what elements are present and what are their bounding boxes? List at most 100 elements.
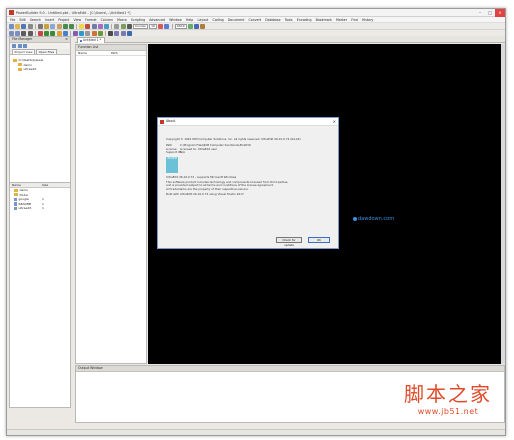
menu-item[interactable]: Advanced [149,18,165,22]
column-header-name[interactable]: Name [78,51,111,55]
menu-item[interactable]: Find [351,18,358,22]
comment-icon[interactable] [21,30,27,36]
menu-item[interactable]: Encoding [297,18,312,22]
next-bookmark-icon[interactable] [44,30,50,36]
menu-item[interactable]: Format [85,18,96,22]
maximize-button[interactable]: □ [485,9,495,17]
hex-icon[interactable] [120,23,126,29]
refresh-icon[interactable] [12,44,16,48]
save-all-icon[interactable] [27,23,33,29]
uppercase-icon[interactable] [114,30,120,36]
file-manager-title-text: File Manager [12,37,33,41]
macro-icon[interactable] [97,23,103,29]
function-list-title: Function List [76,45,146,51]
compare-icon[interactable] [104,23,109,29]
uncomment-icon[interactable] [27,30,33,36]
column-header-path[interactable]: Path [111,51,118,55]
info-value: Licensed to: UltraEdit user [180,147,218,151]
tab-open-files[interactable]: Open Files [36,49,57,54]
column-header-name[interactable]: Name [12,183,42,187]
fold-icon[interactable] [56,30,62,36]
html-icon[interactable] [91,30,97,36]
menu-item[interactable]: Database [265,18,280,22]
menu-item[interactable]: Window [169,18,182,22]
replace-icon[interactable] [91,23,97,29]
menu-item[interactable]: Marker [336,18,347,22]
info-row: Support ID N/A [166,150,332,154]
menu-item[interactable]: File [10,18,15,22]
document-tab[interactable]: Untitled 1 * [77,37,106,43]
find-icon[interactable] [85,23,91,29]
app-icon [160,120,164,124]
new-file-icon[interactable] [9,23,14,29]
size-select[interactable]: 10 [149,23,157,29]
save-icon[interactable] [21,23,27,29]
menu-item[interactable]: Macro [117,18,127,22]
menu-item[interactable]: Coding [213,18,224,22]
menu-item[interactable]: Search [30,18,41,22]
copy-icon[interactable] [50,23,56,29]
settings-icon[interactable] [193,23,199,29]
highlight-icon[interactable] [79,23,85,29]
browser-icon[interactable] [79,30,85,36]
ok-button[interactable]: OK [308,237,330,243]
run-icon[interactable] [187,23,193,29]
menu-item[interactable]: Column [101,18,113,22]
unfold-icon[interactable] [62,30,68,36]
outdent-icon[interactable] [15,30,21,36]
menu-item[interactable]: Edit [20,18,26,22]
menu-item[interactable]: Tools [285,18,293,22]
file-name: README [18,201,32,206]
indent-icon[interactable] [9,30,14,36]
menu-item[interactable]: Insert [45,18,54,22]
column-header-size[interactable]: Size [42,183,48,187]
vertical-scrollbar[interactable] [501,44,505,364]
close-icon[interactable]: × [333,118,336,126]
menu-item[interactable]: Bookmark [316,18,332,22]
sort-icon[interactable] [108,30,114,36]
close-button[interactable]: × [495,9,505,17]
ftp-icon[interactable] [73,30,79,36]
spell-icon[interactable] [97,30,103,36]
menu-item[interactable]: Help [186,18,193,22]
product-logo: UltraEdit [166,156,178,173]
menu-item[interactable]: View [73,18,81,22]
menu-item[interactable]: Convert [249,18,262,22]
menu-item[interactable]: History [362,18,373,22]
italic-icon[interactable] [164,23,170,29]
help-icon[interactable] [126,30,132,36]
prev-bookmark-icon[interactable] [50,30,56,36]
close-icon[interactable]: × [65,37,68,43]
lowercase-icon[interactable] [120,30,126,36]
list-item[interactable]: ultraedit 1 [10,206,70,211]
document-tab-label: Untitled 1 * [83,38,102,42]
tree-node[interactable]: ultraedit [13,67,67,72]
redo-icon[interactable] [68,23,74,29]
terminal-icon[interactable] [85,30,91,36]
new-folder-icon[interactable] [17,44,22,48]
print-icon[interactable] [37,23,43,29]
font-select[interactable]: Courier [132,23,148,29]
paste-icon[interactable] [56,23,62,29]
file-size: 1 [42,206,44,211]
check-update-button[interactable]: Check for update [276,237,302,247]
undo-icon[interactable] [62,23,68,29]
encoding-select[interactable]: ASCII [174,23,187,29]
menu-item[interactable]: Scripting [131,18,145,22]
tab-project-view[interactable]: Project view [12,49,36,54]
bold-icon[interactable] [158,23,164,29]
menu-item[interactable]: Layout [197,18,208,22]
site-watermark-url: www.jb51.net [417,407,479,416]
tools-icon[interactable] [200,23,206,29]
bookmark-icon[interactable] [37,30,43,36]
menu-item[interactable]: Project [58,18,69,22]
open-file-icon[interactable] [15,23,21,29]
column-mode-icon[interactable] [114,23,120,29]
cut-icon[interactable] [44,23,50,29]
notice-line: Built with UltraEdit 26.10.0.72 using Vi… [166,193,244,197]
minimize-button[interactable]: – [475,9,485,17]
up-folder-icon[interactable] [23,44,27,48]
wordwrap-icon[interactable] [126,23,132,29]
menu-item[interactable]: Document [228,18,245,22]
tree-node-label: ultraedit [23,67,37,72]
